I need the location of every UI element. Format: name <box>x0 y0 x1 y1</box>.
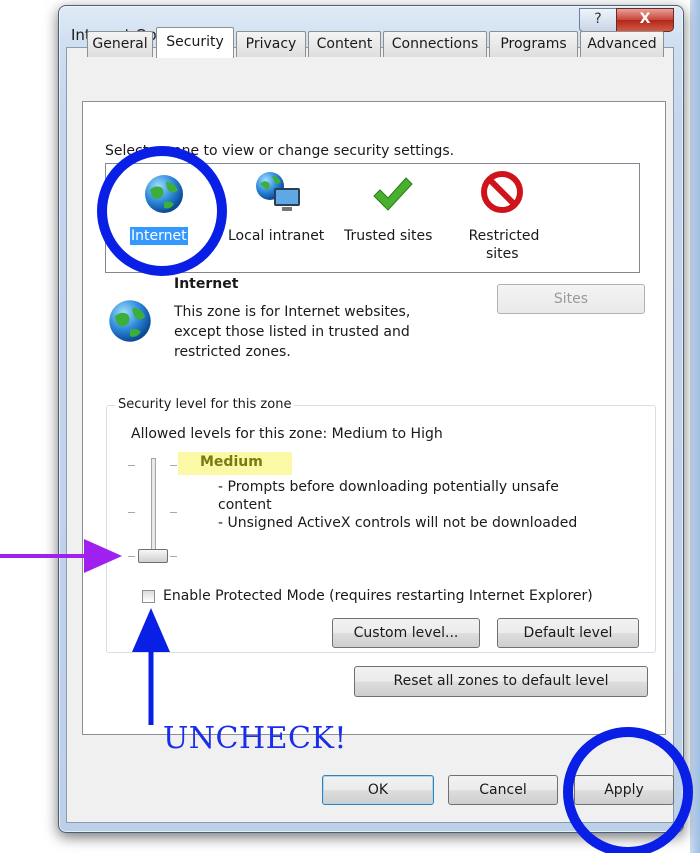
level-description-line2: content <box>218 497 272 513</box>
slider-tick <box>128 512 135 513</box>
zone-label-internet[interactable]: Internet <box>130 227 188 245</box>
slider-tick <box>170 512 177 513</box>
slider-tick <box>170 556 177 557</box>
tab-advanced[interactable]: Advanced <box>580 31 664 57</box>
slider-tick <box>170 465 177 466</box>
uncheck-annotation: UNCHECK! <box>163 721 347 756</box>
zone-name: Internet <box>174 276 239 292</box>
level-name: Medium <box>200 454 263 470</box>
reset-all-zones-button[interactable]: Reset all zones to default level <box>354 666 648 697</box>
slider-tick <box>128 465 135 466</box>
security-level-legend: Security level for this zone <box>115 397 295 412</box>
zone-prompt: Select a zone to view or change security… <box>105 143 455 159</box>
intranet-icon <box>256 172 300 211</box>
close-button[interactable]: X <box>616 8 674 32</box>
level-description-line3: - Unsigned ActiveX controls will not be … <box>218 515 578 531</box>
allowed-levels-text: Allowed levels for this zone: Medium to … <box>131 426 443 442</box>
zone-description-line2: except those listed in trusted and <box>174 324 410 340</box>
tab-security[interactable]: Security <box>156 27 234 58</box>
sites-button[interactable]: Sites <box>497 284 645 314</box>
background-window-edge <box>690 0 700 853</box>
checkmark-icon <box>373 177 413 211</box>
tab-connections[interactable]: Connections <box>383 31 487 57</box>
zone-label-restricted-line2[interactable]: sites <box>486 245 519 263</box>
slider-tick <box>128 556 135 557</box>
zone-label-restricted[interactable]: Restricted <box>466 227 542 245</box>
zone-label-local-intranet[interactable]: Local intranet <box>228 227 324 245</box>
help-button[interactable]: ? <box>579 8 617 32</box>
level-description-line1: - Prompts before downloading potentially… <box>218 479 559 495</box>
security-slider-track <box>151 458 156 562</box>
tab-content[interactable]: Content <box>308 31 381 57</box>
tab-programs[interactable]: Programs <box>489 31 578 57</box>
protected-mode-checkbox[interactable] <box>142 590 155 603</box>
security-slider-thumb[interactable] <box>138 549 168 563</box>
tab-privacy[interactable]: Privacy <box>236 31 306 57</box>
globe-icon <box>145 175 183 213</box>
zone-description-line1: This zone is for Internet websites, <box>174 304 411 320</box>
ok-button[interactable]: OK <box>322 775 434 805</box>
zone-label-trusted-sites[interactable]: Trusted sites <box>344 227 432 245</box>
zone-description-line3: restricted zones. <box>174 344 291 360</box>
cancel-button[interactable]: Cancel <box>448 775 558 805</box>
tab-general[interactable]: General <box>87 31 153 57</box>
protected-mode-label[interactable]: Enable Protected Mode (requires restarti… <box>163 588 593 604</box>
restricted-icon <box>481 171 523 213</box>
default-level-button[interactable]: Default level <box>497 618 639 648</box>
apply-button[interactable]: Apply <box>574 775 674 805</box>
custom-level-button[interactable]: Custom level... <box>332 618 480 648</box>
zone-globe-icon <box>109 300 151 342</box>
